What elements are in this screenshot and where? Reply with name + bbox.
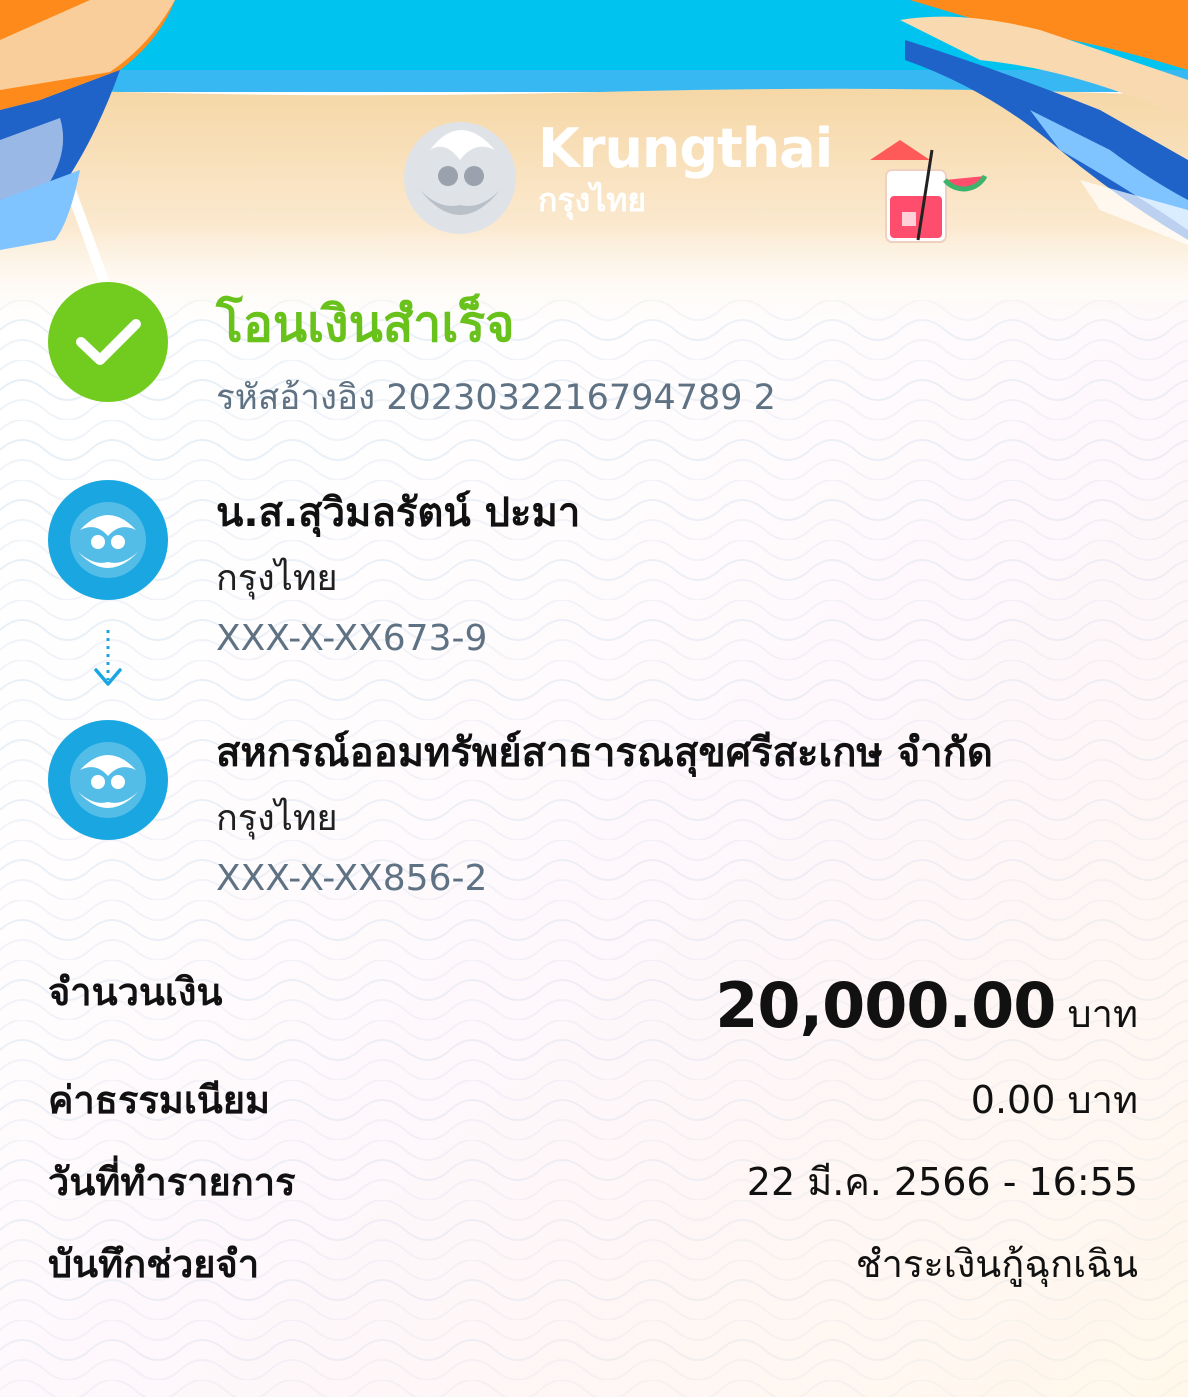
krungthai-bank-icon: [48, 720, 168, 840]
check-circle-icon: [48, 282, 168, 402]
amount-value: 20,000.00 บาท: [715, 968, 1138, 1052]
memo-value: ชำระเงินกู้ฉุกเฉิน: [855, 1242, 1138, 1286]
status-title: โอนเงินสำเร็จ: [216, 295, 515, 353]
amount-number: 20,000.00: [715, 969, 1056, 1042]
krungthai-bank-icon: [48, 480, 168, 600]
fee-label: ค่าธรรมเนียม: [48, 1078, 271, 1122]
sender-bank: กรุงไทย: [216, 558, 338, 599]
memo-label: บันทึกช่วยจำ: [48, 1242, 260, 1286]
arrow-down-icon: [94, 630, 122, 686]
sender-name: น.ส.สุวิมลรัตน์ ปะมา: [216, 490, 581, 536]
amount-label: จำนวนเงิน: [48, 970, 223, 1014]
krungthai-logo-icon: [404, 122, 516, 234]
brand-logo: Krungthai กรุงไทย: [538, 117, 833, 220]
transfer-slip: Krungthai กรุงไทย โอนเงินสำเร็จ รหัสอ้าง…: [0, 0, 1188, 1397]
reference-label: รหัสอ้างอิง: [216, 378, 376, 418]
reference-line: รหัสอ้างอิง 2023032216794789 2: [216, 374, 776, 422]
sender-account-number: XXX-X-XX673-9: [216, 618, 488, 659]
recipient-bank: กรุงไทย: [216, 798, 338, 839]
recipient-name: สหกรณ์ออมทรัพย์สาธารณสุขศรีสะเกษ จำกัด: [216, 730, 993, 776]
brand-name-th: กรุงไทย: [538, 181, 647, 219]
fee-value: 0.00 บาท: [970, 1078, 1138, 1122]
transaction-date-label: วันที่ทำรายการ: [48, 1160, 296, 1204]
brand-name-en: Krungthai: [538, 117, 833, 180]
amount-unit: บาท: [1067, 992, 1138, 1036]
recipient-account-number: XXX-X-XX856-2: [216, 858, 488, 899]
transaction-date-value: 22 มี.ค. 2566 - 16:55: [746, 1160, 1138, 1204]
reference-number: 2023032216794789 2: [386, 378, 776, 418]
